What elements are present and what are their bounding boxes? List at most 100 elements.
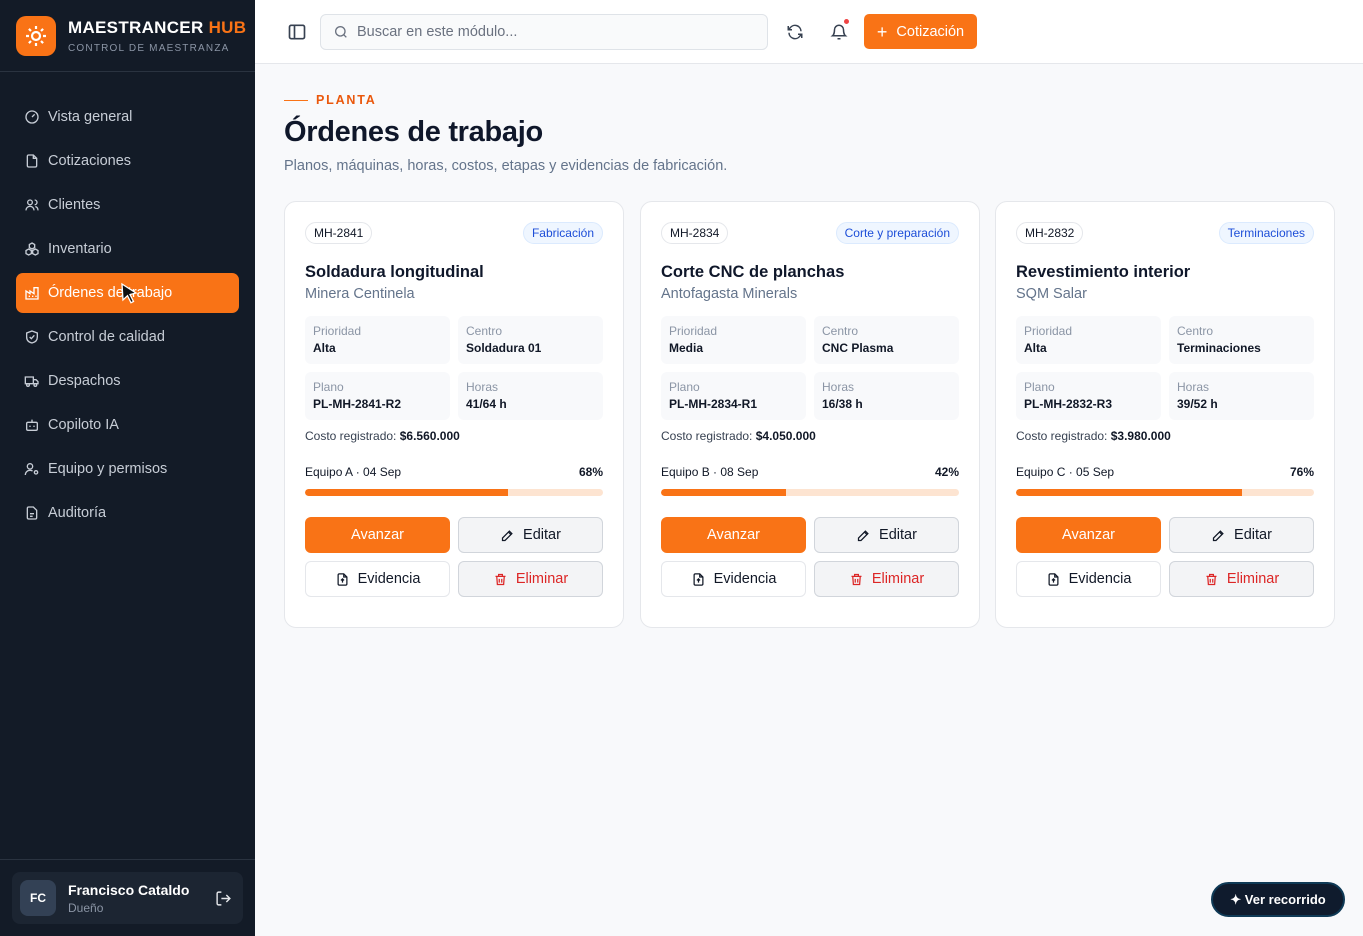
- cost-value: $4.050.000: [755, 429, 816, 443]
- search-box[interactable]: [320, 14, 768, 50]
- order-code-badge: MH-2841: [305, 222, 373, 244]
- order-client: Antofagasta Minerals: [661, 286, 798, 302]
- edit-button[interactable]: Editar: [814, 517, 959, 553]
- center-box: Centro CNC Plasma: [814, 316, 959, 364]
- hours-box: Horas 41/64 h: [458, 372, 603, 420]
- progress-bar: [661, 489, 959, 496]
- boxes-icon: [25, 242, 39, 256]
- evidence-button[interactable]: Evidencia: [1016, 561, 1161, 597]
- plan-value: PL-MH-2834-R1: [669, 397, 758, 411]
- sidebar-item-label: Órdenes de trabajo: [48, 285, 173, 301]
- center-box: Centro Soldadura 01: [458, 316, 603, 364]
- user-role: Dueño: [68, 900, 104, 915]
- progress-bar: [1016, 489, 1314, 496]
- advance-button[interactable]: Avanzar: [661, 517, 806, 553]
- team-date: Equipo A · 04 Sep: [305, 465, 402, 479]
- hours-label: Horas: [1177, 380, 1210, 394]
- sidebar-item-label: Control de calidad: [48, 329, 165, 345]
- delete-button[interactable]: Eliminar: [458, 561, 603, 597]
- stage-badge: Corte y preparación: [835, 222, 959, 244]
- order-client: Minera Centinela: [305, 286, 415, 302]
- notification-dot: [843, 18, 850, 25]
- bot-icon: [26, 419, 38, 431]
- hours-value: 16/38 h: [822, 397, 863, 411]
- delete-button[interactable]: Eliminar: [1169, 561, 1314, 597]
- sidebar-item-despachos[interactable]: Despachos: [16, 361, 239, 401]
- team-date: Equipo B · 08 Sep: [661, 465, 759, 479]
- order-code-badge: MH-2834: [661, 222, 729, 244]
- priority-box: Prioridad Alta: [305, 316, 450, 364]
- trash-icon: [1206, 573, 1217, 585]
- hours-value: 41/64 h: [466, 397, 507, 411]
- page-subtitle: Planos, máquinas, horas, costos, etapas …: [284, 158, 728, 174]
- shield-check-icon: [26, 330, 38, 344]
- priority-label: Prioridad: [669, 324, 718, 338]
- progress-fill: [661, 489, 787, 496]
- sidebar-item-label: Vista general: [48, 109, 133, 125]
- stage-badge: Fabricación: [522, 222, 603, 244]
- user-card: FC Francisco Cataldo Dueño: [0, 859, 255, 936]
- new-quote-button[interactable]: + Cotización: [864, 14, 977, 49]
- order-title: Soldadura longitudinal: [305, 263, 484, 281]
- center-value: Soldadura 01: [466, 341, 542, 355]
- plan-box: Plano PL-MH-2832-R3: [1016, 372, 1161, 420]
- hours-box: Horas 39/52 h: [1169, 372, 1314, 420]
- cost-text: Costo registrado: $3.980.000: [1016, 429, 1171, 443]
- progress-fill: [305, 489, 508, 496]
- delete-button[interactable]: Eliminar: [814, 561, 959, 597]
- order-title: Corte CNC de planchas: [661, 263, 845, 281]
- edit-button[interactable]: Editar: [458, 517, 603, 553]
- priority-label: Prioridad: [1024, 324, 1073, 338]
- order-card: MH-2832 Terminaciones Revestimiento inte…: [995, 201, 1335, 628]
- truck-icon: [24, 376, 39, 387]
- center-label: Centro: [822, 324, 859, 338]
- refresh-icon[interactable]: [783, 20, 807, 44]
- sidebar-item-inventario[interactable]: Inventario: [16, 229, 239, 269]
- sidebar-item-control-de-calidad[interactable]: Control de calidad: [16, 317, 239, 357]
- priority-label: Prioridad: [313, 324, 362, 338]
- gauge-icon: [25, 110, 39, 124]
- sidebar-item-label: Cotizaciones: [48, 153, 132, 169]
- file-upload-icon: [337, 572, 348, 586]
- edit-button[interactable]: Editar: [1169, 517, 1314, 553]
- bell-icon[interactable]: [827, 18, 851, 44]
- order-client: SQM Salar: [1016, 286, 1087, 302]
- sidebar-item-label: Auditoría: [48, 505, 107, 521]
- evidence-button[interactable]: Evidencia: [661, 561, 806, 597]
- sidebar-item-cotizaciones[interactable]: Cotizaciones: [16, 141, 239, 181]
- trash-icon: [851, 573, 862, 585]
- hours-label: Horas: [822, 380, 855, 394]
- plan-label: Plano: [1024, 380, 1055, 394]
- logout-icon[interactable]: [211, 886, 235, 910]
- search-input[interactable]: [357, 24, 757, 40]
- plan-box: Plano PL-MH-2834-R1: [661, 372, 806, 420]
- sidebar-item-vista-general[interactable]: Vista general: [16, 97, 239, 137]
- factory-icon: [25, 287, 39, 300]
- priority-box: Prioridad Media: [661, 316, 806, 364]
- new-quote-label: Cotización: [896, 23, 965, 40]
- brand-subtitle: CONTROL DE MAESTRANZA: [68, 42, 230, 54]
- plus-icon: +: [876, 21, 888, 42]
- sidebar-item-clientes[interactable]: Clientes: [16, 185, 239, 225]
- advance-button[interactable]: Avanzar: [1016, 517, 1161, 553]
- sidebar-toggle-icon[interactable]: [287, 22, 307, 42]
- clipboard-icon: [26, 506, 38, 520]
- center-label: Centro: [466, 324, 503, 338]
- file-upload-icon: [693, 572, 704, 586]
- evidence-button[interactable]: Evidencia: [305, 561, 450, 597]
- priority-value: Media: [669, 341, 704, 355]
- pencil-icon: [1212, 529, 1224, 541]
- priority-value: Alta: [1024, 341, 1047, 355]
- plan-box: Plano PL-MH-2841-R2: [305, 372, 450, 420]
- sidebar-item-auditoria[interactable]: Auditoría: [16, 493, 239, 533]
- advance-button[interactable]: Avanzar: [305, 517, 450, 553]
- sidebar-item-copiloto-ia[interactable]: Copiloto IA: [16, 405, 239, 445]
- plan-label: Plano: [313, 380, 344, 394]
- cost-text: Costo registrado: $6.560.000: [305, 429, 460, 443]
- tour-button[interactable]: ✦ Ver recorrido: [1211, 882, 1345, 917]
- user-name: Francisco Cataldo: [68, 881, 190, 898]
- sidebar-item-equipo-y-permisos[interactable]: Equipo y permisos: [16, 449, 239, 489]
- avatar: FC: [20, 880, 56, 916]
- progress-percent: 42%: [934, 465, 959, 479]
- plan-value: PL-MH-2841-R2: [313, 397, 402, 411]
